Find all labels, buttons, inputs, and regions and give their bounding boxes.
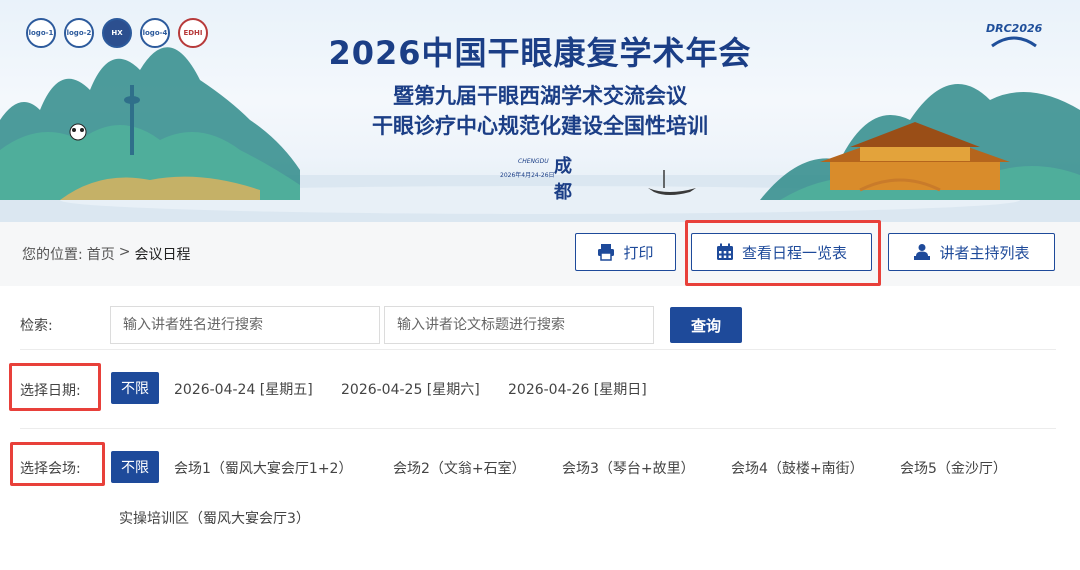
city-name-en: CHENGDU <box>518 158 549 165</box>
venue-option-5[interactable]: 会场5（金沙厅） <box>900 458 1007 478</box>
printer-icon <box>598 244 615 261</box>
venue-filter-label: 选择会场: <box>20 461 81 477</box>
conference-subtitle-1: 暨第九届干眼西湖学术交流会议 <box>393 84 687 108</box>
view-schedule-button-label: 查看日程一览表 <box>741 243 847 262</box>
conference-title: 2026中国干眼康复学术年会 <box>328 34 752 72</box>
breadcrumb: 您的位置: 首页 > 会议日程 <box>22 244 190 264</box>
venue-option-4[interactable]: 会场4（鼓楼+南街） <box>731 458 864 478</box>
print-button-label: 打印 <box>623 243 654 262</box>
paper-title-search-input[interactable] <box>384 306 654 344</box>
breadcrumb-home-link[interactable]: 首页 <box>87 244 115 264</box>
speaker-name-search-input[interactable] <box>110 306 380 344</box>
date-filter-all[interactable]: 不限 <box>111 372 159 404</box>
venue-option-2[interactable]: 会场2（文翁+石室） <box>393 458 526 478</box>
query-button[interactable]: 查询 <box>670 307 742 343</box>
venue-option-3[interactable]: 会场3（琴台+故里） <box>562 458 695 478</box>
date-option-0424[interactable]: 2026-04-24 [星期五] <box>174 379 313 399</box>
divider-2 <box>20 428 1056 429</box>
search-label: 检索: <box>20 318 53 334</box>
calendar-icon <box>716 243 733 260</box>
divider-1 <box>20 349 1056 350</box>
venue-option-1[interactable]: 会场1（蜀风大宴会厅1+2） <box>174 458 352 478</box>
date-filter-label: 选择日期: <box>20 383 81 399</box>
venue-option-training[interactable]: 实操培训区（蜀风大宴会厅3） <box>119 508 310 528</box>
conference-banner: logo-1 logo-2 HX logo-4 EDHI DRC2026 202… <box>0 0 1080 222</box>
speaker-host-list-button[interactable]: 讲者主持列表 <box>888 233 1055 271</box>
breadcrumb-separator: > <box>118 244 131 260</box>
date-option-0425[interactable]: 2026-04-25 [星期六] <box>341 379 480 399</box>
speaker-host-list-button-label: 讲者主持列表 <box>939 243 1030 262</box>
venue-filter-all[interactable]: 不限 <box>111 451 159 483</box>
conference-date: 2026年4月24-26日 <box>500 172 555 179</box>
date-option-0426[interactable]: 2026-04-26 [星期日] <box>508 379 647 399</box>
speaker-icon <box>914 244 931 260</box>
view-schedule-button[interactable]: 查看日程一览表 <box>691 233 872 271</box>
breadcrumb-current: 会议日程 <box>134 247 191 263</box>
print-button[interactable]: 打印 <box>575 233 676 271</box>
conference-subtitle-2: 干眼诊疗中心规范化建设全国性培训 <box>372 114 708 138</box>
breadcrumb-prefix: 您的位置: <box>22 247 83 263</box>
